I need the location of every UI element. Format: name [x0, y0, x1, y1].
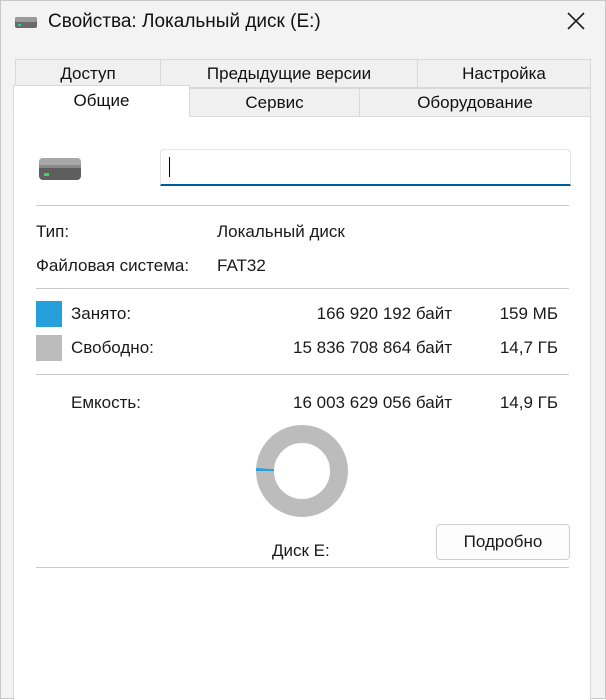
free-space-swatch: [36, 335, 62, 361]
divider: [36, 567, 569, 568]
filesystem-value: FAT32: [217, 256, 266, 275]
free-size: 14,7 ГБ: [499, 338, 558, 357]
tab-general[interactable]: Общие: [13, 85, 190, 117]
divider: [36, 205, 569, 206]
used-size: 159 МБ: [499, 304, 558, 323]
tab-access[interactable]: Доступ: [15, 59, 161, 88]
type-label: Тип:: [36, 222, 70, 241]
used-bytes: 166 920 192 байт: [316, 304, 452, 323]
used-space-swatch: [36, 301, 62, 327]
free-bytes: 15 836 708 864 байт: [293, 338, 452, 357]
title-bar: Свойства: Локальный диск (E:): [1, 1, 605, 45]
disk-label: Диск E:: [272, 541, 330, 560]
drive-icon: [39, 158, 81, 180]
used-label: Занято:: [71, 304, 132, 323]
properties-window: Свойства: Локальный диск (E:) Доступ Пре…: [0, 0, 606, 700]
disk-usage-donut: [256, 425, 348, 517]
text-caret: [169, 157, 170, 177]
divider: [36, 288, 569, 289]
capacity-size: 14,9 ГБ: [499, 393, 558, 412]
tab-tools[interactable]: Сервис: [189, 88, 360, 117]
capacity-bytes: 16 003 629 056 байт: [293, 393, 452, 412]
drive-icon: [15, 17, 37, 28]
general-tab-panel: Тип: Локальный диск Файловая система: FA…: [13, 116, 591, 700]
tab-previous-versions[interactable]: Предыдущие версии: [160, 59, 418, 88]
tab-hardware[interactable]: Оборудование: [359, 88, 591, 117]
free-label: Свободно:: [71, 338, 154, 357]
close-icon: [567, 12, 585, 30]
volume-name-input[interactable]: [160, 149, 571, 186]
window-title: Свойства: Локальный диск (E:): [48, 11, 321, 32]
filesystem-label: Файловая система:: [36, 256, 190, 275]
tab-customize[interactable]: Настройка: [417, 59, 591, 88]
capacity-label: Емкость:: [71, 393, 141, 412]
divider: [36, 374, 569, 375]
details-button[interactable]: Подробно: [436, 524, 570, 560]
donut-free-segment: [256, 425, 348, 517]
type-value: Локальный диск: [217, 222, 345, 241]
close-button[interactable]: [547, 1, 605, 41]
